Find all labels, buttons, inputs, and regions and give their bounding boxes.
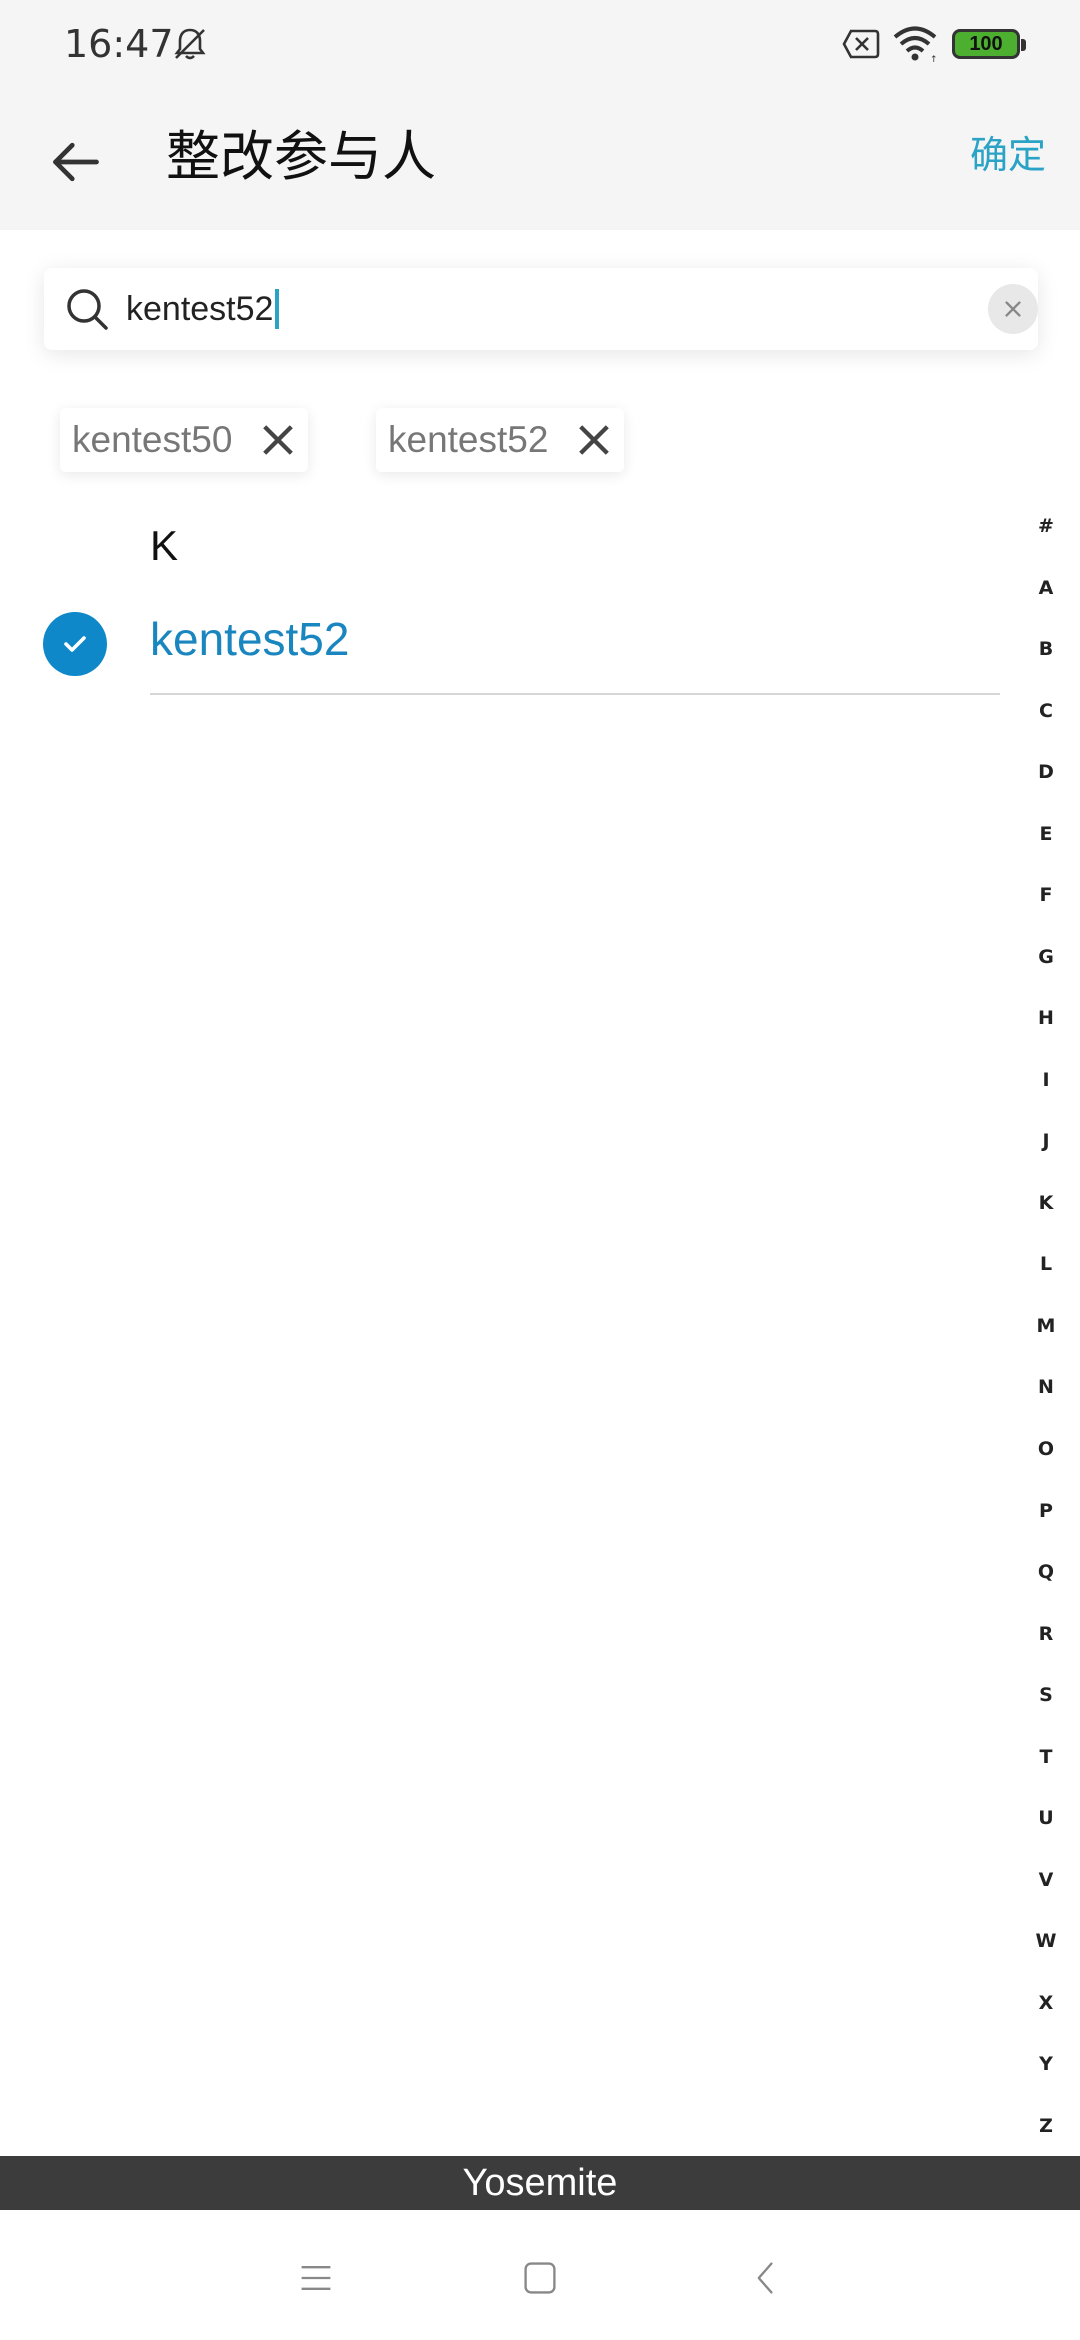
- close-icon: [579, 425, 610, 455]
- nav-home-button[interactable]: [510, 2248, 570, 2308]
- chevron-left-icon: [757, 2262, 773, 2294]
- system-nav-bar: [0, 2210, 1080, 2340]
- sim-error-icon: [842, 28, 880, 60]
- alphabet-index-letter[interactable]: C: [1026, 691, 1066, 731]
- alphabet-index-letter[interactable]: Y: [1026, 2044, 1066, 2084]
- clear-search-button[interactable]: [988, 284, 1038, 334]
- divider: [150, 693, 1000, 695]
- list-item[interactable]: kentest52: [0, 590, 1000, 696]
- bottom-banner: Yosemite: [0, 2156, 1080, 2210]
- alphabet-index-letter[interactable]: P: [1026, 1491, 1066, 1531]
- chip-remove-button[interactable]: [574, 420, 614, 460]
- confirm-button[interactable]: 确定: [970, 130, 1046, 183]
- alphabet-index-letter[interactable]: O: [1026, 1429, 1066, 1469]
- list-item-name: kentest52: [150, 613, 350, 665]
- alphabet-index-letter[interactable]: F: [1026, 875, 1066, 915]
- alphabet-index-letter[interactable]: K: [1026, 1183, 1066, 1223]
- close-icon: [1005, 301, 1021, 317]
- menu-icon: [301, 2266, 331, 2290]
- alphabet-index-letter[interactable]: N: [1026, 1367, 1066, 1407]
- alphabet-index-letter[interactable]: L: [1026, 1244, 1066, 1284]
- alphabet-index-letter[interactable]: B: [1026, 629, 1066, 669]
- checkbox-checked[interactable]: [43, 612, 107, 676]
- alphabet-index-letter[interactable]: G: [1026, 937, 1066, 977]
- text-caret: [275, 289, 280, 329]
- battery-icon: 100: [952, 29, 1026, 59]
- search-icon: [64, 286, 110, 332]
- alphabet-index-letter[interactable]: W: [1026, 1921, 1066, 1961]
- alphabet-index-letter[interactable]: X: [1026, 1983, 1066, 2023]
- alphabet-index-letter[interactable]: H: [1026, 998, 1066, 1038]
- alphabet-index-letter[interactable]: Q: [1026, 1552, 1066, 1592]
- alphabet-index-letter[interactable]: A: [1026, 568, 1066, 608]
- status-time: 16:47: [64, 22, 174, 66]
- alphabet-index-letter[interactable]: I: [1026, 1060, 1066, 1100]
- alphabet-index-letter[interactable]: T: [1026, 1737, 1066, 1777]
- selected-chip: kentest50: [60, 408, 309, 472]
- page-title: 整改参与人: [166, 127, 436, 187]
- chip-remove-button[interactable]: [258, 420, 298, 460]
- bell-off-icon: [170, 24, 210, 64]
- back-button[interactable]: [36, 122, 116, 202]
- selected-chip: kentest52: [376, 408, 625, 472]
- alphabet-index-letter[interactable]: J: [1026, 1121, 1066, 1161]
- close-icon: [263, 425, 294, 455]
- alphabet-index-letter[interactable]: U: [1026, 1798, 1066, 1838]
- search-input-value: kentest52: [126, 289, 274, 328]
- home-square-icon: [524, 2262, 556, 2294]
- alphabet-index-letter[interactable]: S: [1026, 1675, 1066, 1715]
- alphabet-index[interactable]: # A B C D E F G H I J K L M N O P Q R S T U V W X Y Z: [1026, 506, 1066, 2146]
- chip-label: kentest50: [72, 419, 233, 460]
- svg-text:↑: ↑: [930, 55, 938, 64]
- wifi-icon: ↑: [892, 24, 938, 65]
- chip-label: kentest52: [388, 419, 549, 460]
- alphabet-index-letter[interactable]: R: [1026, 1614, 1066, 1654]
- app-root: 16:47 ↑ 100 整改参与人 确定 kentest52 kentest50…: [0, 0, 1080, 2340]
- search-input[interactable]: kentest52: [126, 287, 280, 331]
- nav-menu-button[interactable]: [286, 2248, 346, 2308]
- header: 整改参与人 确定: [0, 90, 1080, 230]
- alphabet-index-letter[interactable]: #: [1026, 506, 1066, 546]
- nav-back-button[interactable]: [736, 2248, 796, 2308]
- alphabet-index-letter[interactable]: Z: [1026, 2106, 1066, 2146]
- alphabet-index-letter[interactable]: M: [1026, 1306, 1066, 1346]
- check-icon: [64, 636, 86, 652]
- status-bar: 16:47 ↑ 100: [0, 0, 1080, 90]
- alphabet-index-letter[interactable]: D: [1026, 752, 1066, 792]
- battery-level: 100: [969, 32, 1003, 55]
- alphabet-index-letter[interactable]: E: [1026, 814, 1066, 854]
- arrow-left-icon: [53, 142, 99, 182]
- section-header: K: [150, 522, 179, 569]
- alphabet-index-letter[interactable]: V: [1026, 1860, 1066, 1900]
- search-box[interactable]: kentest52: [44, 268, 1038, 350]
- banner-text: Yosemite: [462, 2161, 618, 2204]
